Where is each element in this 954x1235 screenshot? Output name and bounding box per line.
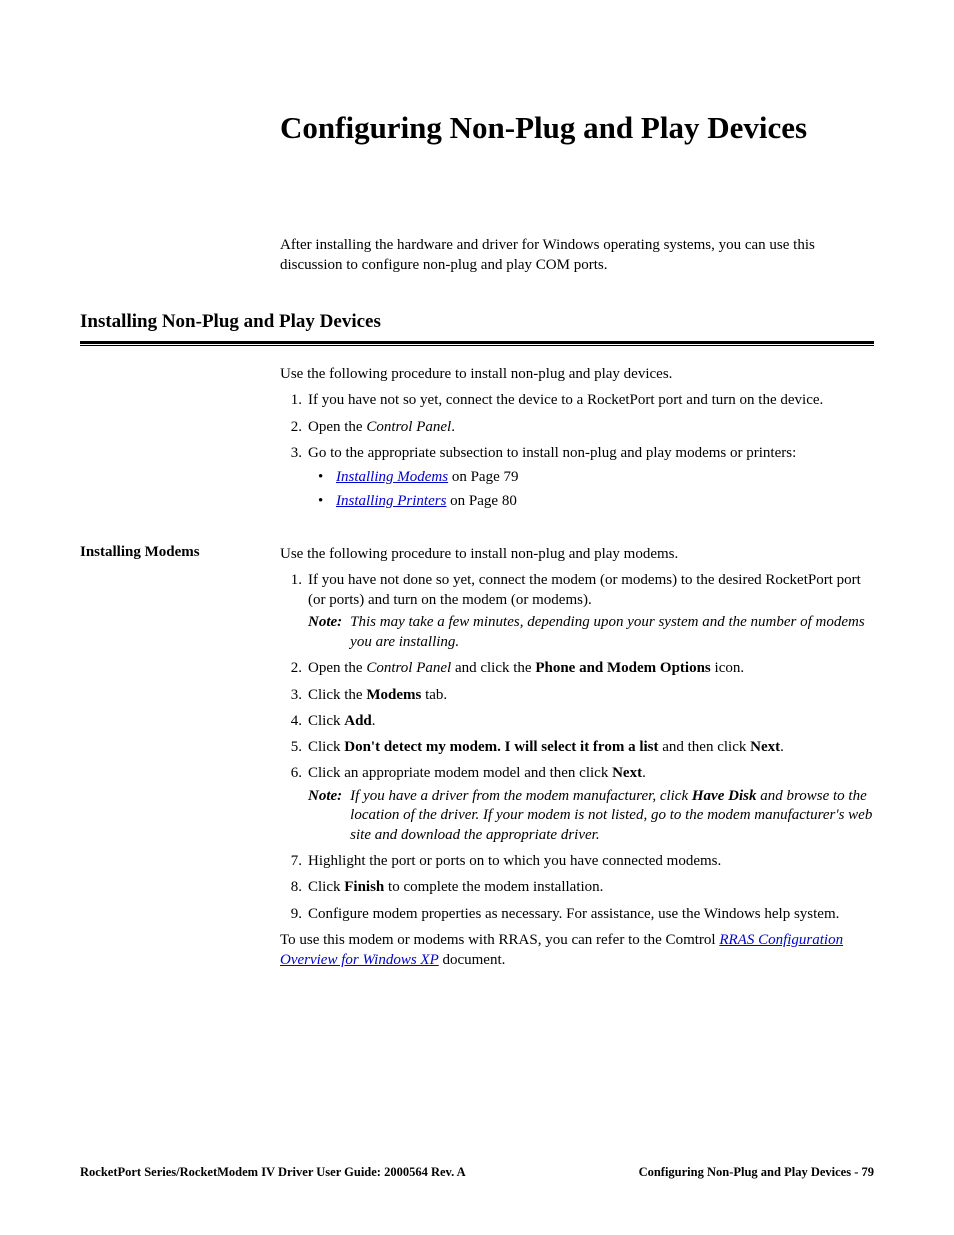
content-column: Use the following procedure to install n…: [280, 544, 874, 977]
link-installing-printers[interactable]: Installing Printers: [336, 493, 446, 509]
body-text: Use the following procedure to install n…: [280, 544, 874, 564]
list-item: Open the Control Panel and click the Pho…: [280, 658, 874, 678]
text-bold: Finish: [344, 879, 384, 895]
text-bold: Modems: [366, 687, 421, 703]
text-bold-italic: Have Disk: [692, 788, 757, 804]
text: To use this modem or modems with RRAS, y…: [280, 932, 719, 948]
text-bold: Phone and Modem Options: [535, 660, 710, 676]
text: Click an appropriate modem model and the…: [308, 765, 612, 781]
list-item: Installing Modems on Page 79: [308, 467, 874, 487]
subsection-installing-modems: Installing Modems Use the following proc…: [80, 544, 874, 977]
note-label: Note:: [308, 787, 350, 846]
bullet-list: Installing Modems on Page 79 Installing …: [308, 467, 874, 512]
text: If you have a driver from the modem manu…: [350, 788, 692, 804]
text-bold: Next: [750, 739, 780, 755]
list-item: Click the Modems tab.: [280, 685, 874, 705]
list-item: Click Finish to complete the modem insta…: [280, 877, 874, 897]
note-text: This may take a few minutes, depending u…: [350, 613, 874, 652]
text-italic: Control Panel: [366, 419, 451, 435]
text-bold: Don't detect my modem. I will select it …: [344, 739, 658, 755]
page-footer: RocketPort Series/RocketModem IV Driver …: [80, 1165, 874, 1180]
list-item: Click Don't detect my modem. I will sele…: [280, 737, 874, 757]
text: document.: [439, 952, 506, 968]
text-bold: Next: [612, 765, 642, 781]
side-heading: Installing Modems: [80, 544, 280, 561]
text: .: [642, 765, 646, 781]
procedure-list-devices: If you have not so yet, connect the devi…: [280, 390, 874, 511]
footer-left: RocketPort Series/RocketModem IV Driver …: [80, 1165, 466, 1180]
body-text: Use the following procedure to install n…: [280, 364, 874, 384]
text: Open the: [308, 419, 366, 435]
text: and then click: [658, 739, 750, 755]
text: If you have not done so yet, connect the…: [308, 572, 861, 608]
section-heading-install-devices: Installing Non-Plug and Play Devices: [80, 311, 874, 333]
list-item: Click an appropriate modem model and the…: [280, 763, 874, 845]
list-item: Configure modem properties as necessary.…: [280, 904, 874, 924]
text: tab.: [421, 687, 447, 703]
text: Click the: [308, 687, 366, 703]
list-item: Click Add.: [280, 711, 874, 731]
text: on Page 79: [448, 469, 518, 485]
text: icon.: [711, 660, 744, 676]
text: Click: [308, 713, 344, 729]
list-item: Highlight the port or ports on to which …: [280, 851, 874, 871]
page-title: Configuring Non-Plug and Play Devices: [280, 110, 874, 146]
note: Note: If you have a driver from the mode…: [308, 787, 874, 846]
procedure-list-modems: If you have not done so yet, connect the…: [280, 570, 874, 924]
note: Note: This may take a few minutes, depen…: [308, 613, 874, 652]
text-italic: Control Panel: [366, 660, 451, 676]
text-bold: Add: [344, 713, 372, 729]
closing-paragraph: To use this modem or modems with RRAS, y…: [280, 930, 874, 971]
note-label: Note:: [308, 613, 350, 652]
link-installing-modems[interactable]: Installing Modems: [336, 469, 448, 485]
text: Click: [308, 879, 344, 895]
divider: [80, 341, 874, 346]
text: .: [780, 739, 784, 755]
text: Go to the appropriate subsection to inst…: [308, 445, 796, 461]
footer-right: Configuring Non-Plug and Play Devices - …: [639, 1165, 874, 1180]
text: Click: [308, 739, 344, 755]
list-item: If you have not done so yet, connect the…: [280, 570, 874, 653]
note-text: If you have a driver from the modem manu…: [350, 787, 874, 846]
text: to complete the modem installation.: [384, 879, 603, 895]
text: and click the: [451, 660, 535, 676]
text: on Page 80: [446, 493, 516, 509]
text: Open the: [308, 660, 366, 676]
list-item: Go to the appropriate subsection to inst…: [280, 443, 874, 512]
text: .: [451, 419, 455, 435]
text: .: [372, 713, 376, 729]
list-item: Open the Control Panel.: [280, 417, 874, 437]
list-item: If you have not so yet, connect the devi…: [280, 390, 874, 410]
list-item: Installing Printers on Page 80: [308, 491, 874, 511]
intro-paragraph: After installing the hardware and driver…: [280, 236, 874, 275]
